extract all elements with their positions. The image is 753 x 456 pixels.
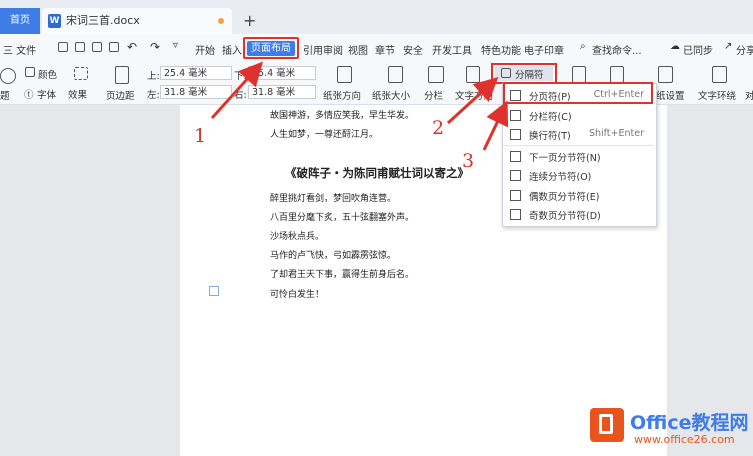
- arrow-2: [446, 76, 499, 125]
- annotation-arrows: [210, 61, 509, 151]
- annotation-number-1: 1: [194, 125, 207, 147]
- watermark-url: www.office26.com: [634, 433, 735, 446]
- annotation-number-3: 3: [462, 150, 475, 172]
- arrow-3: [482, 100, 509, 151]
- office-logo-icon: [590, 408, 624, 442]
- watermark-brand: Office教程网: [630, 412, 749, 434]
- annotation-number-2: 2: [432, 117, 445, 139]
- arrow-1: [210, 61, 264, 120]
